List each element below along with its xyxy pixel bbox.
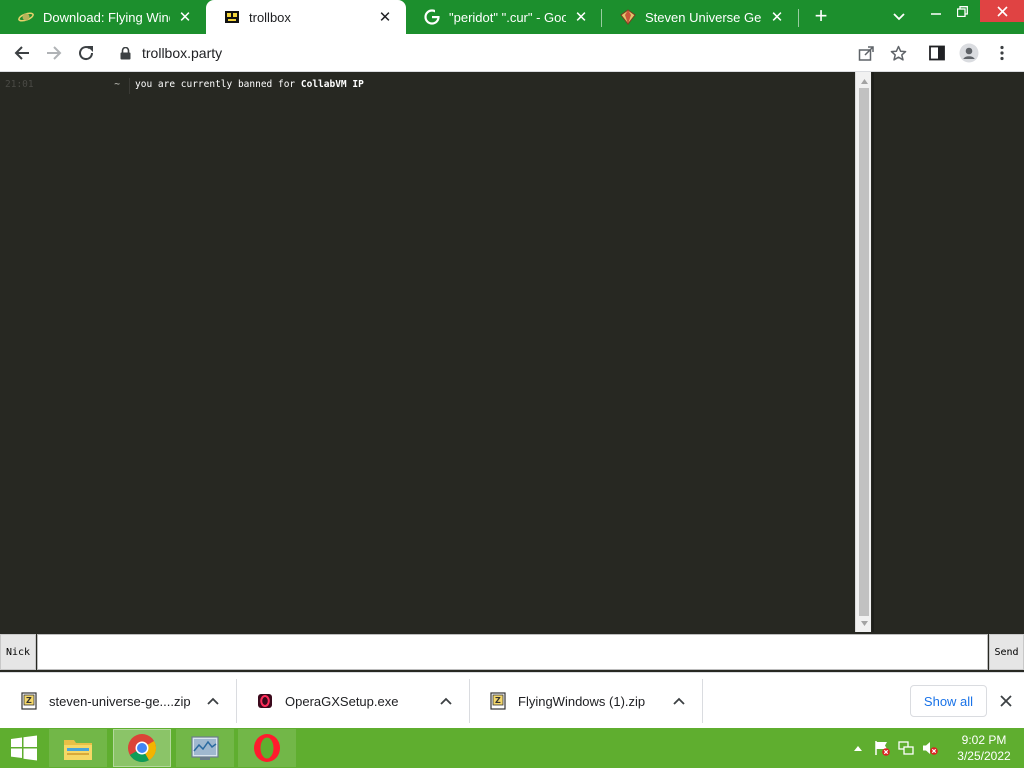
browser-toolbar: trollbox.party: [0, 34, 1024, 72]
show-hidden-icons-chevron-icon[interactable]: [850, 740, 866, 756]
close-window-icon[interactable]: [980, 0, 1024, 22]
user-list: [872, 72, 1024, 632]
tab-search-chevron-icon[interactable]: [889, 7, 909, 27]
windows-start-icon[interactable]: [0, 728, 48, 768]
chat-log: 21:01 ~ you are currently banned for Col…: [0, 72, 855, 632]
tab-strip: Download: Flying Windows ✕ trollbox ✕ "p…: [0, 0, 1024, 34]
download-filename: OperaGXSetup.exe: [285, 693, 399, 709]
close-tab-icon[interactable]: ✕: [176, 8, 194, 26]
url-text[interactable]: trollbox.party: [142, 45, 222, 61]
chevron-up-icon[interactable]: [670, 692, 688, 710]
message-text-prefix: you are currently banned for: [135, 79, 301, 90]
new-tab-button[interactable]: +: [810, 5, 832, 28]
download-filename: FlyingWindows (1).zip: [518, 693, 646, 709]
download-shelf: Z steven-universe-ge....zip OperaGXSetup…: [0, 672, 1024, 728]
windows-taskbar: 9:02 PM 3/25/2022: [0, 728, 1024, 768]
scroll-down-arrow-icon[interactable]: [856, 616, 872, 630]
message-input[interactable]: [37, 634, 988, 670]
action-center-flag-icon[interactable]: [874, 740, 890, 756]
reload-icon[interactable]: [74, 41, 98, 65]
menu-kebab-icon[interactable]: [990, 41, 1014, 65]
side-panel-icon[interactable]: [925, 41, 949, 65]
svg-text:Z: Z: [26, 696, 32, 705]
tab-google-search[interactable]: "peridot" ".cur" - Google Search ✕: [406, 0, 602, 34]
gem-favicon-icon: [620, 9, 636, 25]
close-tab-icon[interactable]: ✕: [768, 8, 786, 26]
planet-favicon-icon: [18, 9, 34, 25]
svg-text:Z: Z: [495, 696, 501, 705]
network-icon[interactable]: [898, 740, 914, 756]
send-button[interactable]: Send: [989, 634, 1024, 670]
download-separator: [702, 679, 703, 723]
message-timestamp: 21:01: [5, 79, 34, 90]
volume-muted-icon[interactable]: [922, 740, 938, 756]
tab-separator: [798, 9, 799, 27]
download-item[interactable]: OperaGXSetup.exe: [236, 678, 469, 724]
restore-window-icon[interactable]: [947, 0, 977, 22]
download-item[interactable]: Z steven-universe-ge....zip: [0, 678, 236, 724]
bookmark-star-icon[interactable]: [886, 41, 910, 65]
tab-title: Download: Flying Windows: [43, 9, 170, 25]
close-shelf-icon[interactable]: [996, 691, 1016, 711]
download-item[interactable]: Z FlyingWindows (1).zip: [469, 678, 702, 724]
trollbox-favicon-icon: [224, 9, 240, 25]
clock-time: 9:02 PM: [961, 733, 1007, 747]
zip-icon: Z: [489, 692, 507, 710]
google-favicon-icon: [424, 9, 440, 25]
tab-trollbox[interactable]: trollbox ✕: [206, 0, 406, 34]
chat-message: 21:01 ~ you are currently banned for Col…: [0, 78, 855, 94]
nick-button[interactable]: Nick: [0, 634, 36, 670]
zip-icon: Z: [20, 692, 38, 710]
address-bar[interactable]: trollbox.party: [108, 38, 918, 68]
tab-title: Steven Universe Gems Cursors: [645, 9, 762, 25]
close-tab-icon[interactable]: ✕: [572, 8, 590, 26]
taskbar-clock[interactable]: 9:02 PM 3/25/2022: [950, 732, 1018, 764]
profile-avatar-icon[interactable]: [957, 41, 981, 65]
tab-title: trollbox: [249, 9, 291, 25]
task-manager-icon[interactable]: [176, 729, 234, 767]
forward-arrow-icon[interactable]: [42, 41, 66, 65]
chat-scrollbar[interactable]: [855, 72, 871, 632]
chrome-icon[interactable]: [113, 729, 171, 767]
message-divider: [129, 78, 130, 94]
download-filename: steven-universe-ge....zip: [49, 693, 191, 709]
tab-steven-universe-gems[interactable]: Steven Universe Gems Cursors ✕: [602, 0, 798, 34]
chevron-up-icon[interactable]: [437, 692, 455, 710]
opera-gx-icon: [256, 692, 274, 710]
tab-title: "peridot" ".cur" - Google Search: [449, 9, 566, 25]
show-all-downloads-button[interactable]: Show all: [910, 685, 987, 717]
lock-icon[interactable]: [118, 46, 132, 60]
message-text: you are currently banned for CollabVM IP: [135, 79, 364, 90]
chevron-up-icon[interactable]: [204, 692, 222, 710]
trollbox-page: 21:01 ~ you are currently banned for Col…: [0, 72, 1024, 632]
scroll-up-arrow-icon[interactable]: [856, 74, 872, 88]
system-tray: 9:02 PM 3/25/2022: [850, 728, 1024, 768]
back-arrow-icon[interactable]: [10, 41, 34, 65]
tab-download-flying-windows[interactable]: Download: Flying Windows ✕: [0, 0, 206, 34]
opera-icon[interactable]: [238, 729, 296, 767]
scrollbar-thumb[interactable]: [859, 88, 869, 616]
share-icon[interactable]: [854, 41, 878, 65]
close-tab-icon[interactable]: ✕: [376, 8, 394, 26]
chat-input-bar: Nick Send: [0, 632, 1024, 672]
message-text-emphasis: CollabVM IP: [300, 79, 364, 90]
file-explorer-icon[interactable]: [49, 729, 107, 767]
clock-date: 3/25/2022: [957, 749, 1011, 763]
message-nick: ~: [114, 79, 120, 90]
